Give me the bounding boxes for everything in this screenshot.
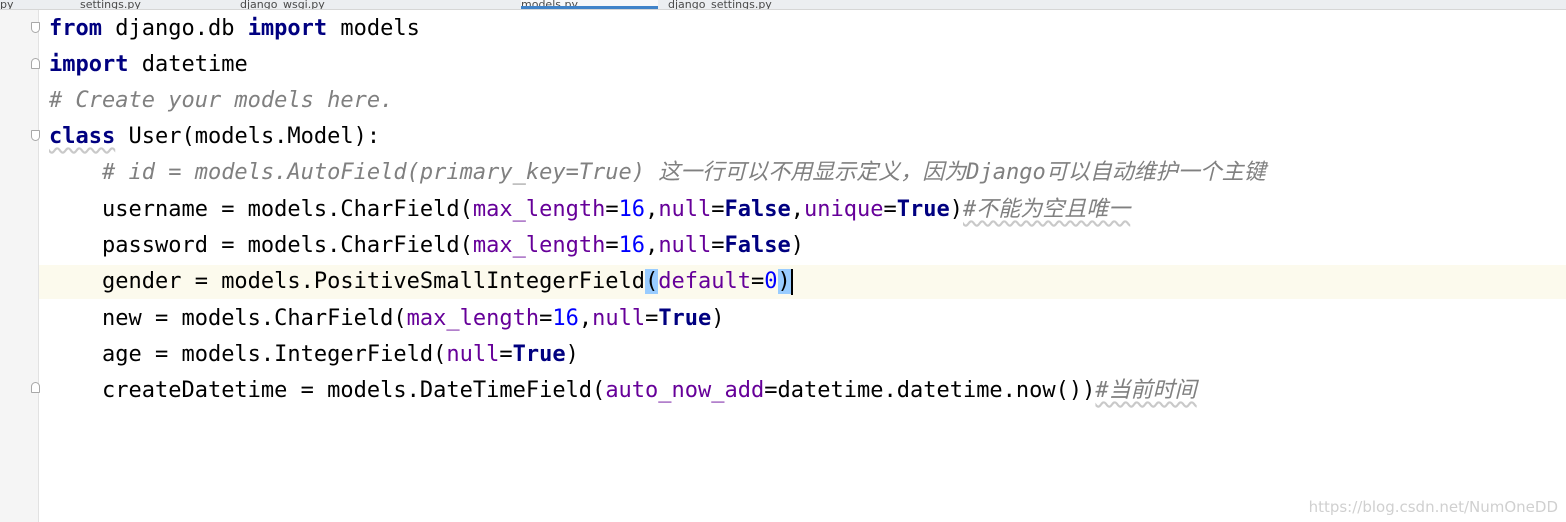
comment: # Create your models here. xyxy=(49,88,394,113)
code-text: ) xyxy=(565,342,579,367)
code-text: ) xyxy=(711,306,725,331)
class-base: (models.Model): xyxy=(181,124,381,149)
tab-django-settings[interactable]: django_settings.py xyxy=(668,0,968,9)
fold-marker-icon[interactable] xyxy=(31,22,40,33)
code-text: = xyxy=(499,342,513,367)
keyword: import xyxy=(49,52,129,77)
code-text: = xyxy=(645,306,659,331)
code-text: = xyxy=(883,197,897,222)
number-literal: 16 xyxy=(618,197,646,222)
keyword-argument: max_length xyxy=(472,233,606,258)
code-text: , xyxy=(578,306,593,331)
code-text: , xyxy=(790,197,805,222)
code-line-9: new = models.CharField(max_length=16,nul… xyxy=(49,301,725,337)
code-text: =datetime.datetime.now()) xyxy=(764,378,1096,403)
tab-py[interactable]: py xyxy=(0,0,70,9)
keyword-argument: unique xyxy=(804,197,884,222)
code-text: password = models.CharField( xyxy=(101,233,473,258)
matched-brace: ( xyxy=(645,269,659,294)
keyword-argument: null xyxy=(658,233,712,258)
keyword-argument: auto_now_add xyxy=(605,378,765,403)
code-text: , xyxy=(645,197,659,222)
code-line-4: class User(models.Model): xyxy=(49,119,380,155)
code-line-6: username = models.CharField(max_length=1… xyxy=(49,192,1130,228)
code-text: , xyxy=(645,233,659,258)
comment: #当前时间 xyxy=(1095,378,1197,403)
import-name: models xyxy=(327,16,420,41)
matched-brace: ) xyxy=(777,269,791,294)
code-line-10: age = models.IntegerField(null=True) xyxy=(49,337,579,373)
code-text: = xyxy=(751,269,765,294)
keyword: from xyxy=(49,16,102,41)
code-text: username = models.CharField( xyxy=(101,197,473,222)
code-text: ) xyxy=(790,233,805,258)
code-line-11: createDatetime = models.DateTimeField(au… xyxy=(49,373,1197,409)
fold-marker-icon[interactable] xyxy=(31,58,40,69)
tab-label: django_wsgi.py xyxy=(240,0,325,9)
keyword-argument: max_length xyxy=(406,306,540,331)
code-line-7: password = models.CharField(max_length=1… xyxy=(49,228,804,264)
tab-label: settings.py xyxy=(80,0,141,9)
code-text: createDatetime = models.DateTimeField( xyxy=(101,378,606,403)
code-line-3: # Create your models here. xyxy=(49,83,393,119)
code-text: = xyxy=(605,233,619,258)
text-caret xyxy=(790,269,793,295)
keyword: class xyxy=(49,124,116,149)
keyword-argument: default xyxy=(658,269,752,294)
tab-label: models.py xyxy=(521,0,578,9)
boolean-literal: True xyxy=(512,342,566,367)
number-literal: 16 xyxy=(552,306,579,331)
line-gutter xyxy=(0,10,39,522)
keyword: import xyxy=(247,16,328,41)
code-text: = xyxy=(711,233,725,258)
code-text: = xyxy=(539,306,553,331)
watermark: https://blog.csdn.net/NumOneDD xyxy=(1308,498,1558,516)
keyword-argument: null xyxy=(446,342,500,367)
comment: #不能为空且唯一 xyxy=(963,197,1131,222)
tab-django-wsgi[interactable]: django_wsgi.py xyxy=(240,0,510,9)
number-literal: 16 xyxy=(618,233,646,258)
boolean-literal: False xyxy=(724,197,791,222)
import-name: datetime xyxy=(128,52,248,77)
class-name: User xyxy=(115,124,182,149)
boolean-literal: True xyxy=(658,306,712,331)
tab-settings[interactable]: settings.py xyxy=(80,0,230,9)
boolean-literal: False xyxy=(724,233,791,258)
code-line-2: import datetime xyxy=(49,47,248,83)
code-text: gender = models.PositiveSmallIntegerFiel… xyxy=(101,269,646,294)
keyword-argument: null xyxy=(658,197,712,222)
module-name: django.db xyxy=(101,16,248,41)
code-text: = xyxy=(711,197,725,222)
code-text: new = models.CharField( xyxy=(101,306,407,331)
code-text: = xyxy=(605,197,619,222)
fold-marker-icon[interactable] xyxy=(31,130,40,141)
keyword-argument: max_length xyxy=(472,197,606,222)
code-line-8: gender = models.PositiveSmallIntegerFiel… xyxy=(49,264,793,300)
code-text: age = models.IntegerField( xyxy=(101,342,447,367)
number-literal: 0 xyxy=(764,269,778,294)
tab-label: django_settings.py xyxy=(668,0,772,9)
tab-label: py xyxy=(0,0,14,9)
code-line-1: from django.db import models xyxy=(49,11,420,47)
boolean-literal: True xyxy=(896,197,950,222)
tab-models[interactable]: models.py xyxy=(521,0,658,9)
keyword-argument: null xyxy=(592,306,646,331)
comment: # id = models.AutoField(primary_key=True… xyxy=(101,160,1266,185)
fold-marker-icon[interactable] xyxy=(31,382,40,393)
code-line-5: # id = models.AutoField(primary_key=True… xyxy=(49,155,1266,191)
code-text: ) xyxy=(949,197,963,222)
editor-tab-strip: py settings.py django_wsgi.py models.py … xyxy=(0,0,1566,10)
